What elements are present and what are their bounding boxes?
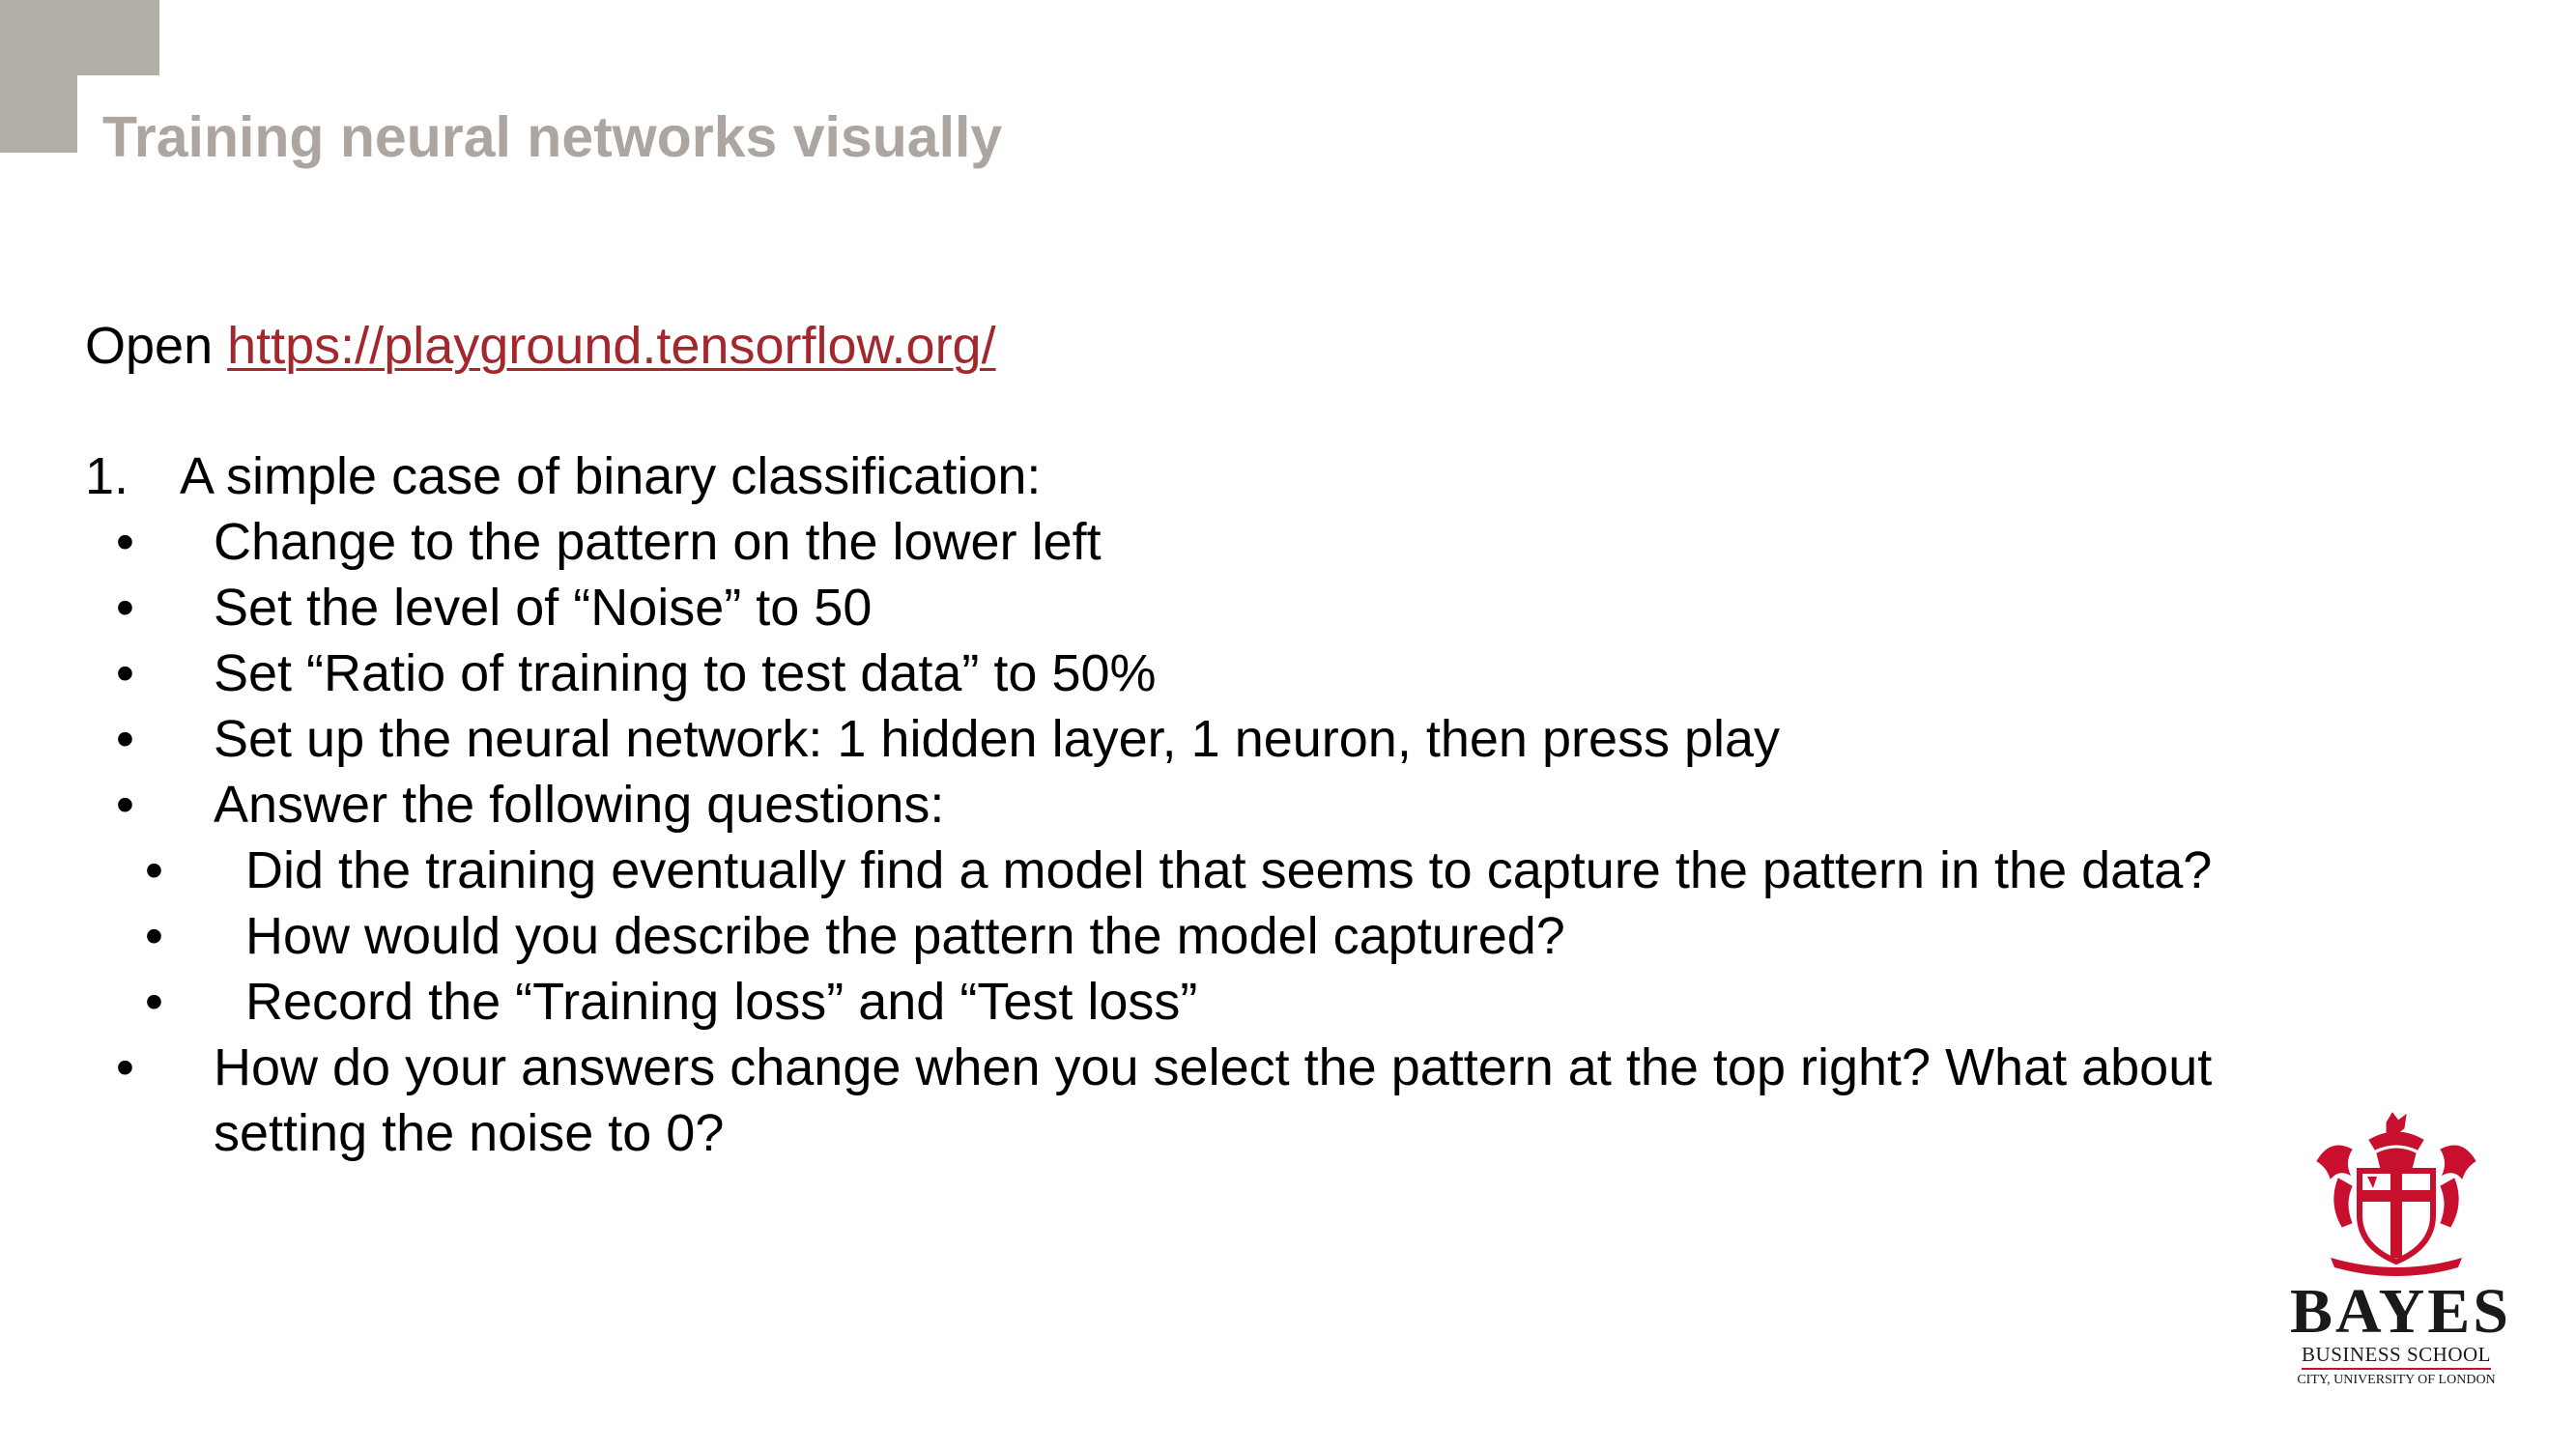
sub-bullet-marker: • bbox=[145, 841, 163, 899]
logo-university: CITY, UNIVERSITY OF LONDON bbox=[2297, 1373, 2496, 1387]
bullet-marker: • bbox=[116, 710, 134, 768]
slide-title: Training neural networks visually bbox=[102, 105, 1003, 169]
sub-bullet-marker: • bbox=[145, 973, 163, 1031]
corner-decoration-vertical bbox=[0, 0, 77, 153]
playground-link[interactable]: https://playground.tensorflow.org/ bbox=[227, 317, 995, 375]
bullet-change-line2: setting the noise to 0? bbox=[214, 1104, 725, 1162]
bullet-change-line1: How do your answers change when you sele… bbox=[214, 1038, 2213, 1096]
bullet-marker: • bbox=[116, 644, 134, 702]
open-instruction: Open https://playground.tensorflow.org/ bbox=[85, 316, 996, 376]
open-prefix: Open bbox=[85, 317, 228, 375]
bullet-pattern: Change to the pattern on the lower left bbox=[214, 513, 1102, 571]
bullet-marker: • bbox=[116, 579, 134, 637]
bullet-marker: • bbox=[116, 513, 134, 571]
bayes-logo: BAYES BUSINESS SCHOOL CITY, UNIVERSITY O… bbox=[2290, 1111, 2512, 1401]
logo-subtitle: BUSINESS SCHOOL bbox=[2302, 1343, 2491, 1366]
logo-divider bbox=[2302, 1368, 2491, 1370]
sub-bullet-marker: • bbox=[145, 907, 163, 965]
bullet-ratio: Set “Ratio of training to test data” to … bbox=[214, 644, 1157, 702]
item-number: 1. bbox=[85, 447, 129, 505]
bullet-questions: Answer the following questions: bbox=[214, 776, 945, 834]
bullet-noise: Set the level of “Noise” to 50 bbox=[214, 579, 873, 637]
item-heading: A simple case of binary classification: bbox=[180, 447, 1042, 505]
sub-bullet-loss: Record the “Training loss” and “Test los… bbox=[245, 973, 1198, 1031]
bullet-network: Set up the neural network: 1 hidden laye… bbox=[214, 710, 1781, 768]
logo-name: BAYES bbox=[2290, 1276, 2512, 1347]
sub-bullet-describe: How would you describe the pattern the m… bbox=[245, 907, 1565, 965]
crest-icon bbox=[2316, 1112, 2476, 1276]
sub-bullet-model: Did the training eventually find a model… bbox=[245, 841, 2213, 899]
bullet-marker: • bbox=[116, 776, 134, 834]
bullet-marker: • bbox=[116, 1038, 134, 1096]
